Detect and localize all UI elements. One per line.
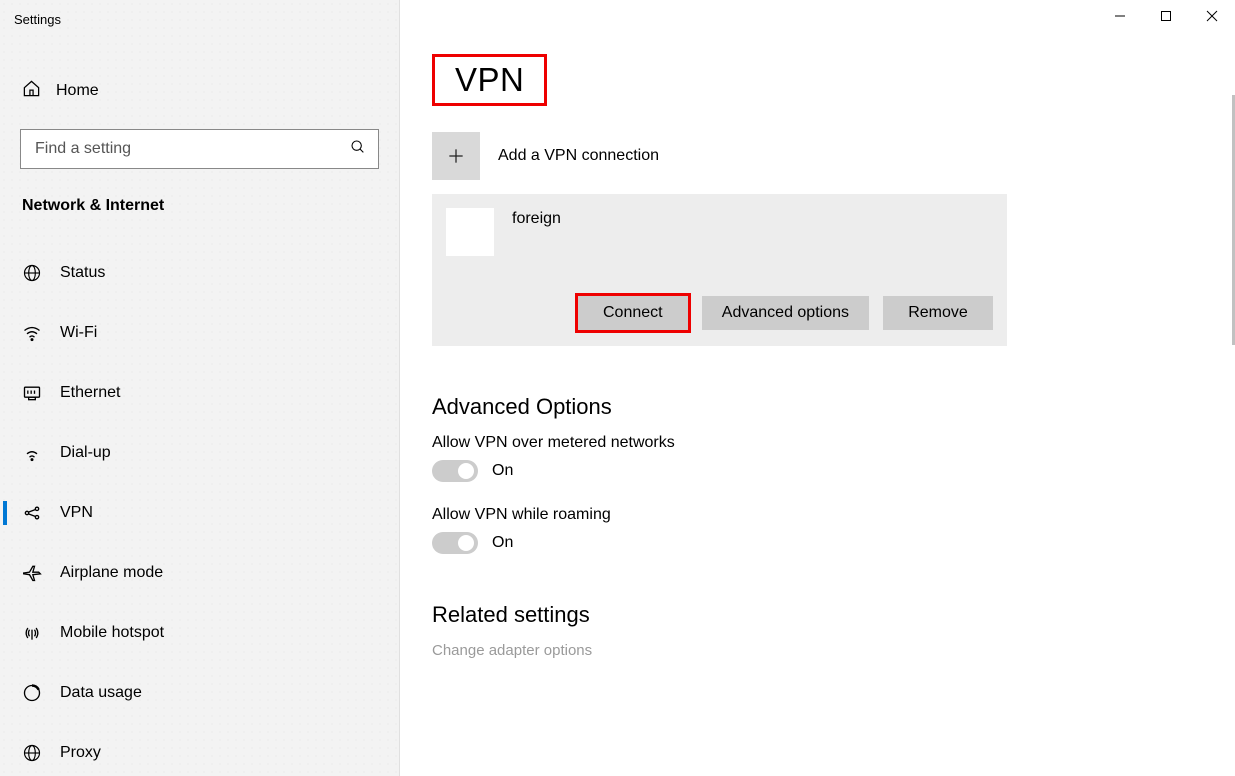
vpn-connect-button[interactable]: Connect [578,296,688,330]
hotspot-icon [22,623,60,643]
sidebar-item-vpn[interactable]: VPN [0,483,399,543]
sidebar-item-ethernet[interactable]: Ethernet [0,363,399,423]
data-usage-icon [22,683,60,703]
ethernet-icon [22,383,60,403]
vpn-remove-button[interactable]: Remove [883,296,993,330]
search-input[interactable] [33,139,350,159]
main-content: VPN Add a VPN connection foreign Connect… [400,0,1235,776]
search-icon [350,139,366,160]
vpn-connection-card[interactable]: foreign Connect Advanced options Remove [432,194,1007,346]
wifi-icon [22,323,60,343]
window-minimize-button[interactable] [1097,0,1143,32]
proxy-icon [22,743,60,763]
sidebar-item-label: Proxy [60,744,101,762]
vpn-icon [22,503,60,523]
globe-icon [22,263,60,283]
window-maximize-button[interactable] [1143,0,1189,32]
sidebar-item-dialup[interactable]: Dial-up [0,423,399,483]
search-wrap [20,129,379,169]
add-vpn-label: Add a VPN connection [498,147,659,165]
sidebar-item-label: Dial-up [60,444,111,462]
sidebar-item-wifi[interactable]: Wi-Fi [0,303,399,363]
sidebar-item-proxy[interactable]: Proxy [0,723,399,776]
sidebar-item-label: Airplane mode [60,564,163,582]
sidebar-item-label: Status [60,264,105,282]
airplane-icon [22,563,60,583]
sidebar-home-label: Home [56,82,99,100]
home-icon [22,79,56,103]
dialup-icon [22,443,60,463]
sidebar: Settings Home Network & Internet [0,0,400,776]
sidebar-item-airplane[interactable]: Airplane mode [0,543,399,603]
sidebar-home[interactable]: Home [0,71,399,111]
change-adapter-link[interactable]: Change adapter options [432,642,1235,659]
sidebar-item-data-usage[interactable]: Data usage [0,663,399,723]
search-box[interactable] [20,129,379,169]
sidebar-item-label: VPN [60,504,93,522]
metered-toggle[interactable] [432,460,478,482]
vpn-connection-name: foreign [512,208,561,228]
related-settings-heading: Related settings [432,602,1235,628]
sidebar-category: Network & Internet [22,197,399,215]
sidebar-item-label: Mobile hotspot [60,624,164,642]
sidebar-item-label: Ethernet [60,384,120,402]
metered-option-label: Allow VPN over metered networks [432,434,1235,452]
metered-toggle-state: On [492,462,513,480]
sidebar-item-label: Wi-Fi [60,324,97,342]
page-title: VPN [455,61,524,99]
sidebar-item-status[interactable]: Status [0,243,399,303]
sidebar-item-label: Data usage [60,684,142,702]
roaming-toggle-state: On [492,534,513,552]
plus-icon [432,132,480,180]
window-close-button[interactable] [1189,0,1235,32]
sidebar-item-hotspot[interactable]: Mobile hotspot [0,603,399,663]
app-title: Settings [0,6,399,27]
advanced-options-heading: Advanced Options [432,394,1235,420]
vpn-advanced-options-button[interactable]: Advanced options [702,296,869,330]
vpn-connection-icon [446,208,494,256]
page-title-highlight: VPN [432,54,547,106]
window-controls [1097,0,1235,32]
nav-list: Status Wi-Fi Ethernet [0,243,399,776]
roaming-option-label: Allow VPN while roaming [432,506,1235,524]
roaming-toggle[interactable] [432,532,478,554]
add-vpn-button[interactable]: Add a VPN connection [432,132,1235,180]
